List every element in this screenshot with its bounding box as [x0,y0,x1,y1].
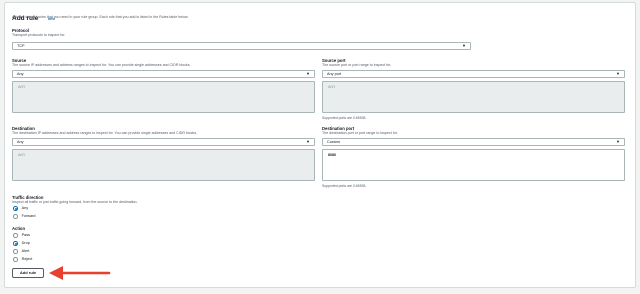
source-value: Any [17,72,24,76]
radio-unselected-icon [13,214,18,219]
destination-textarea[interactable]: ANY [12,149,315,181]
destination-port-select[interactable]: Custom ▼ [322,138,625,146]
destination-port-description: The destination port or port range to in… [322,131,398,135]
radio-label: Alert [21,249,30,253]
action-label: Action [12,226,26,231]
protocol-description: Transport protocols to inspect for. [12,33,66,37]
destination-value: Any [17,140,24,144]
radio-label: Drop [21,241,30,245]
destination-port-textarea[interactable]: 8080 [322,149,625,181]
caret-down-icon: ▼ [306,139,310,144]
action-option-drop[interactable]: Drop [13,241,30,246]
protocol-select[interactable]: TCP ▼ [12,42,471,50]
destination-select[interactable]: Any ▼ [12,138,315,146]
header-description: Add the stateful rules that you need in … [12,15,189,19]
red-arrow-icon [49,266,111,280]
source-port-hint: Supported ports are 0-65535. [322,116,367,120]
destination-description: The destination IP addresses and address… [12,131,198,135]
radio-label: Any [21,206,29,210]
radio-unselected-icon [13,233,18,238]
action-option-alert[interactable]: Alert [13,249,29,254]
traffic-direction-description: Inspect all traffic or just traffic goin… [12,200,138,204]
caret-down-icon: ▼ [306,71,310,76]
action-option-reject[interactable]: Reject [13,257,32,262]
source-port-description: The source port or port range to inspect… [322,63,392,67]
protocol-value: TCP [17,44,25,48]
caret-down-icon: ▼ [616,71,620,76]
destination-port-hint: Supported ports are 0-65535. [322,184,367,188]
destination-port-value: Custom [327,140,341,144]
radio-label: Forward [21,214,36,218]
radio-unselected-icon [13,257,18,262]
caret-down-icon: ▼ [616,139,620,144]
add-rule-panel: Add rule Info Add the stateful rules tha… [4,2,636,288]
radio-label: Reject [21,257,33,261]
source-port-textarea[interactable]: ANY [322,81,625,113]
source-port-select[interactable]: Any port ▼ [322,70,625,78]
action-option-pass[interactable]: Pass [13,233,30,238]
traffic-direction-option-forward[interactable]: Forward [13,214,36,219]
radio-selected-icon [13,241,18,246]
caret-down-icon: ▼ [462,43,466,48]
source-select[interactable]: Any ▼ [12,70,315,78]
source-description: The source IP addresses and address rang… [12,63,191,67]
radio-selected-icon [13,206,18,211]
traffic-direction-option-any[interactable]: Any [13,206,28,211]
source-textarea[interactable]: ANY [12,81,315,113]
source-port-value: Any port [327,72,342,76]
add-rule-button[interactable]: Add rule [12,268,44,278]
radio-label: Pass [21,233,31,237]
radio-unselected-icon [13,249,18,254]
